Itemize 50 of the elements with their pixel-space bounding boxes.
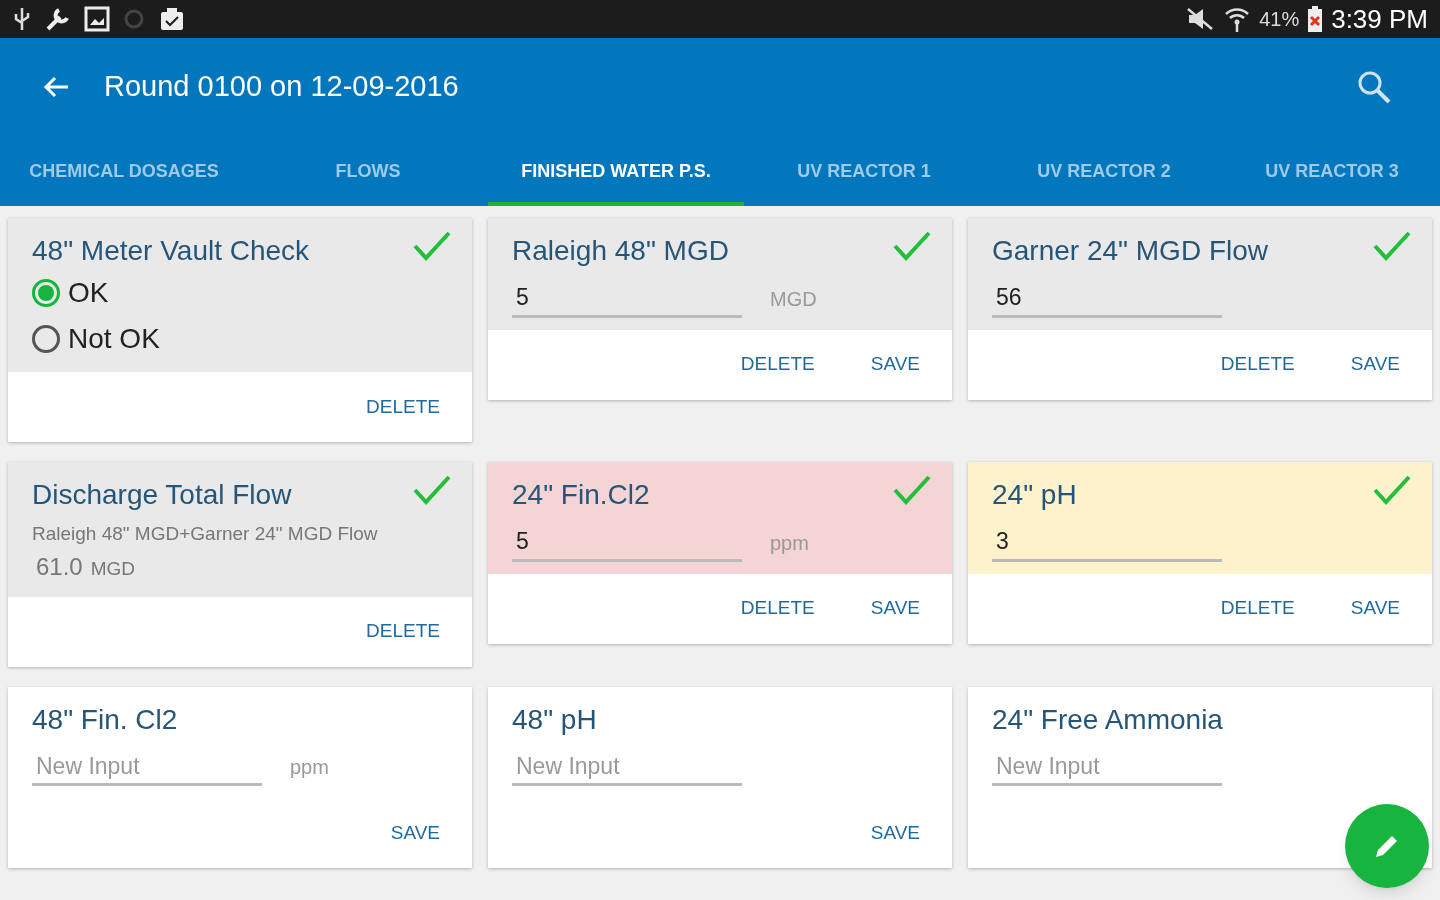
sync-icon [122,7,146,31]
card-title: 48" pH [512,702,598,737]
radio-label: Not OK [68,322,160,356]
text-button[interactable]: DELETE [354,384,452,430]
card-title: 24" Free Ammonia [992,702,1224,737]
search-icon [1356,69,1392,105]
text-button[interactable]: DELETE [1208,342,1307,387]
radio-button[interactable] [32,279,60,307]
input-field[interactable]: New Input [992,748,1222,786]
text-button[interactable]: DELETE [728,586,827,631]
usb-icon [12,6,32,32]
input-field[interactable]: 5 [512,524,742,562]
card-title: 24" Fin.Cl2 [512,478,651,512]
status-time: 3:39 PM [1331,2,1428,36]
text-button[interactable]: SAVE [1338,342,1412,387]
text-button[interactable]: SAVE [858,586,932,631]
screen-title: Round 0100 on 12-09-2016 [104,69,459,105]
unit-label: MGD [90,556,136,581]
text-button[interactable]: SAVE [858,342,932,387]
unit-label: MGD [770,286,817,312]
clipboard-icon [158,6,186,32]
text-button[interactable]: DELETE [1208,586,1307,631]
text-button[interactable]: SAVE [858,810,932,856]
text-button[interactable]: DELETE [354,609,452,654]
battery-percent: 41% [1259,7,1300,32]
radio-label: OK [68,276,109,310]
formula-text: Raleigh 48" MGD+Garner 24" MGD Flow [32,522,379,546]
card-title: Garner 24" MGD Flow [992,234,1269,268]
image-icon [84,6,110,32]
card-title: Raleigh 48" MGD [512,234,730,268]
back-arrow-icon [42,75,70,99]
card-title: 48" Fin. Cl2 [32,702,179,737]
unit-label: ppm [290,755,329,780]
input-field[interactable]: New Input [512,748,742,786]
input-field[interactable]: New Input [32,748,262,786]
input-field[interactable]: 56 [992,280,1222,318]
unit-label: ppm [770,530,809,556]
input-field[interactable]: 5 [512,280,742,318]
value-text: 61.0 [36,551,83,582]
radio-button[interactable] [32,325,60,353]
card-title: Discharge Total Flow [32,478,293,512]
input-field[interactable]: 3 [992,524,1222,562]
text-button[interactable]: DELETE [728,342,827,387]
card-title: 24" pH [992,478,1078,512]
text-button[interactable]: SAVE [378,810,452,856]
battery-icon [1307,5,1324,33]
card-title: 48" Meter Vault Check [32,234,311,268]
tab[interactable]: FINISHED WATER P.S. [488,136,744,206]
search-button[interactable] [1356,69,1392,105]
text-button[interactable]: SAVE [1338,586,1412,631]
